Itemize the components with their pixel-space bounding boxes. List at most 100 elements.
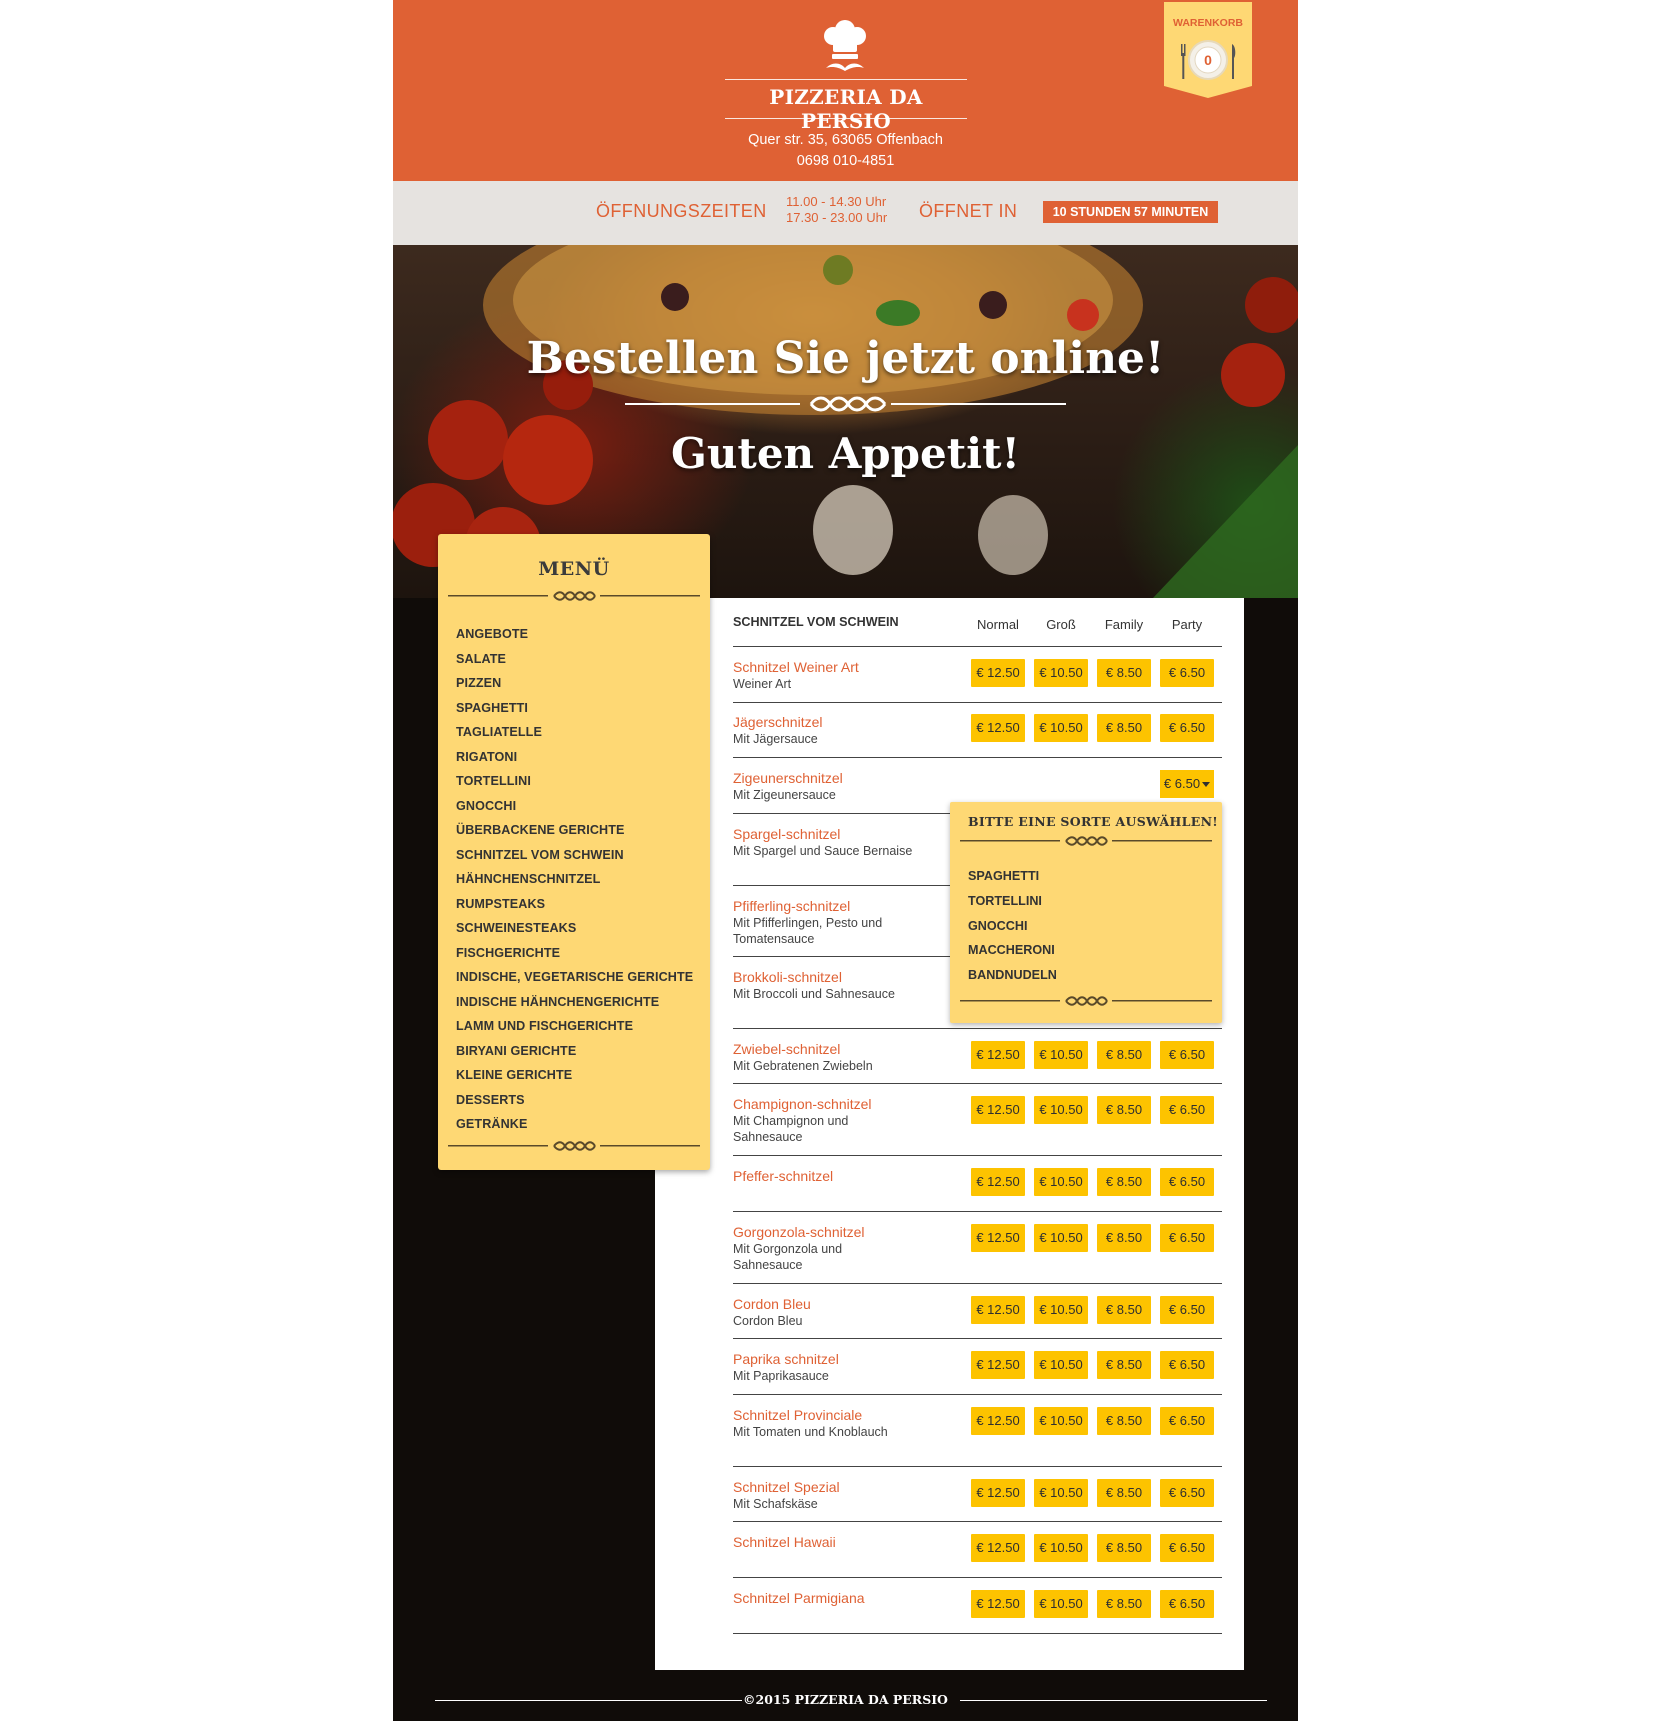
price-button-normal[interactable]: € 12.50: [971, 1224, 1025, 1252]
price-button-family[interactable]: € 8.50: [1097, 1407, 1151, 1435]
menu-item-pizzen[interactable]: PIZZEN: [456, 671, 693, 696]
cart-button[interactable]: WARENKORB 0: [1164, 2, 1252, 98]
price-button-normal[interactable]: € 12.50: [971, 1351, 1025, 1379]
price-button-normal[interactable]: € 12.50: [971, 1041, 1025, 1069]
product-name[interactable]: Pfifferling-schnitzel: [733, 898, 850, 914]
price-button-family[interactable]: € 8.50: [1097, 1096, 1151, 1124]
product-name[interactable]: Spargel-schnitzel: [733, 826, 840, 842]
price-button-gross[interactable]: € 10.50: [1034, 1534, 1088, 1562]
price-button-family[interactable]: € 8.50: [1097, 1224, 1151, 1252]
price-button-party[interactable]: € 6.50: [1160, 1168, 1214, 1196]
price-button-family[interactable]: € 8.50: [1097, 714, 1151, 742]
product-name[interactable]: Zigeunerschnitzel: [733, 770, 843, 786]
price-button-party[interactable]: € 6.50: [1160, 659, 1214, 687]
price-button-normal[interactable]: € 12.50: [971, 1407, 1025, 1435]
price-button-gross[interactable]: € 10.50: [1034, 1407, 1088, 1435]
price-button-gross[interactable]: € 10.50: [1034, 1041, 1088, 1069]
price-button-party[interactable]: € 6.50: [1160, 1351, 1214, 1379]
product-name[interactable]: Cordon Bleu: [733, 1296, 811, 1312]
menu-item-gnocchi[interactable]: GNOCCHI: [456, 794, 693, 819]
flourish-icon: [448, 1141, 700, 1151]
product-name[interactable]: Jägerschnitzel: [733, 714, 823, 730]
product-name[interactable]: Schnitzel Spezial: [733, 1479, 840, 1495]
price-button-family[interactable]: € 8.50: [1097, 659, 1151, 687]
price-button-party[interactable]: € 6.50: [1160, 1590, 1214, 1618]
menu-item-tagliatelle[interactable]: TAGLIATELLE: [456, 720, 693, 745]
price-button-family[interactable]: € 8.50: [1097, 1534, 1151, 1562]
menu-item-haehnchenschnitzel[interactable]: HÄHNCHENSCHNITZEL: [456, 867, 693, 892]
dropdown-option-spaghetti[interactable]: SPAGHETTI: [968, 864, 1057, 889]
site-title[interactable]: PIZZERIA DA PERSIO: [725, 85, 967, 133]
price-button-family[interactable]: € 8.50: [1097, 1041, 1151, 1069]
price-button-gross[interactable]: € 10.50: [1034, 1224, 1088, 1252]
price-button-normal[interactable]: € 12.50: [971, 1096, 1025, 1124]
price-button-party[interactable]: € 6.50: [1160, 1096, 1214, 1124]
dropdown-option-bandnudeln[interactable]: BANDNUDELN: [968, 963, 1057, 988]
menu-item-lamm-und-fischgerichte[interactable]: LAMM UND FISCHGERICHTE: [456, 1014, 693, 1039]
price-button-party[interactable]: € 6.50: [1160, 1296, 1214, 1324]
product-name[interactable]: Schnitzel Weiner Art: [733, 659, 859, 675]
price-button-gross[interactable]: € 10.50: [1034, 1590, 1088, 1618]
price-button-gross[interactable]: € 10.50: [1034, 1351, 1088, 1379]
price-button-party[interactable]: € 6.50: [1160, 1041, 1214, 1069]
price-button-gross[interactable]: € 10.50: [1034, 1296, 1088, 1324]
product-name[interactable]: Zwiebel-schnitzel: [733, 1041, 840, 1057]
price-button-normal[interactable]: € 12.50: [971, 1479, 1025, 1507]
product-name[interactable]: Gorgonzola-schnitzel: [733, 1224, 865, 1240]
footer-rule: [435, 1700, 742, 1701]
price-button-gross[interactable]: € 10.50: [1034, 1096, 1088, 1124]
price-button-family[interactable]: € 8.50: [1097, 1168, 1151, 1196]
menu-item-spaghetti[interactable]: SPAGHETTI: [456, 696, 693, 721]
price-button-normal[interactable]: € 12.50: [971, 1590, 1025, 1618]
menu-item-rigatoni[interactable]: RIGATONI: [456, 745, 693, 770]
product-row: Paprika schnitzel Mit Paprikasauce € 12.50…: [733, 1339, 1222, 1395]
product-name[interactable]: Schnitzel Hawaii: [733, 1534, 836, 1550]
menu-item-ueberbackene-gerichte[interactable]: ÜBERBACKENE GERICHTE: [456, 818, 693, 843]
price-button-normal[interactable]: € 12.50: [971, 1168, 1025, 1196]
menu-item-biryani-gerichte[interactable]: BIRYANI GERICHTE: [456, 1039, 693, 1064]
price-button-normal[interactable]: € 12.50: [971, 714, 1025, 742]
menu-item-schnitzel-vom-schwein[interactable]: SCHNITZEL VOM SCHWEIN: [456, 843, 693, 868]
price-button-party[interactable]: € 6.50: [1160, 1534, 1214, 1562]
menu-item-salate[interactable]: SALATE: [456, 647, 693, 672]
menu-item-indische-vegetarische-gerichte[interactable]: INDISCHE, VEGETARISCHE GERICHTE: [456, 965, 693, 990]
menu-item-schweinesteaks[interactable]: SCHWEINESTEAKS: [456, 916, 693, 941]
price-button-family[interactable]: € 8.50: [1097, 1479, 1151, 1507]
variant-dropdown-menu: BITTE EINE SORTE AUSWÄHLEN! SPAGHETTI TO…: [950, 802, 1222, 1023]
menu-item-fischgerichte[interactable]: FISCHGERICHTE: [456, 941, 693, 966]
menu-item-rumpsteaks[interactable]: RUMPSTEAKS: [456, 892, 693, 917]
menu-item-indische-haehnchengerichte[interactable]: INDISCHE HÄHNCHENGERICHTE: [456, 990, 693, 1015]
price-button-family[interactable]: € 8.50: [1097, 1296, 1151, 1324]
dropdown-option-tortellini[interactable]: TORTELLINI: [968, 889, 1057, 914]
menu-item-getraenke[interactable]: GETRÄNKE: [456, 1112, 693, 1137]
price-button-family[interactable]: € 8.50: [1097, 1351, 1151, 1379]
menu-item-angebote[interactable]: ANGEBOTE: [456, 622, 693, 647]
price-button-party[interactable]: € 6.50: [1160, 1479, 1214, 1507]
price-button-gross[interactable]: € 10.50: [1034, 714, 1088, 742]
price-button-gross[interactable]: € 10.50: [1034, 1479, 1088, 1507]
product-name[interactable]: Paprika schnitzel: [733, 1351, 839, 1367]
price-button-normal[interactable]: € 12.50: [971, 1534, 1025, 1562]
hero-title: Bestellen Sie jetzt online!: [526, 333, 1165, 384]
product-description: Mit Tomaten und Knoblauch: [733, 1425, 888, 1439]
price-button-normal[interactable]: € 12.50: [971, 1296, 1025, 1324]
price-dropdown-button[interactable]: € 6.50: [1160, 770, 1214, 798]
price-button-family[interactable]: € 8.50: [1097, 1590, 1151, 1618]
price-button-gross[interactable]: € 10.50: [1034, 1168, 1088, 1196]
menu-item-kleine-gerichte[interactable]: KLEINE GERICHTE: [456, 1063, 693, 1088]
product-name[interactable]: Champignon-schnitzel: [733, 1096, 872, 1112]
price-button-gross[interactable]: € 10.50: [1034, 659, 1088, 687]
product-name[interactable]: Brokkoli-schnitzel: [733, 969, 842, 985]
price-button-party[interactable]: € 6.50: [1160, 1224, 1214, 1252]
menu-item-desserts[interactable]: DESSERTS: [456, 1088, 693, 1113]
price-button-normal[interactable]: € 12.50: [971, 659, 1025, 687]
price-button-party[interactable]: € 6.50: [1160, 714, 1214, 742]
product-name[interactable]: Schnitzel Parmigiana: [733, 1590, 865, 1606]
dropdown-option-maccheroni[interactable]: MACCHERONI: [968, 938, 1057, 963]
product-name[interactable]: Pfeffer-schnitzel: [733, 1168, 833, 1184]
dropdown-option-gnocchi[interactable]: GNOCCHI: [968, 914, 1057, 939]
price-button-party[interactable]: € 6.50: [1160, 1407, 1214, 1435]
product-name[interactable]: Schnitzel Provinciale: [733, 1407, 862, 1423]
product-row: Schnitzel Provinciale Mit Tomaten und Kno…: [733, 1395, 1222, 1467]
menu-item-tortellini[interactable]: TORTELLINI: [456, 769, 693, 794]
